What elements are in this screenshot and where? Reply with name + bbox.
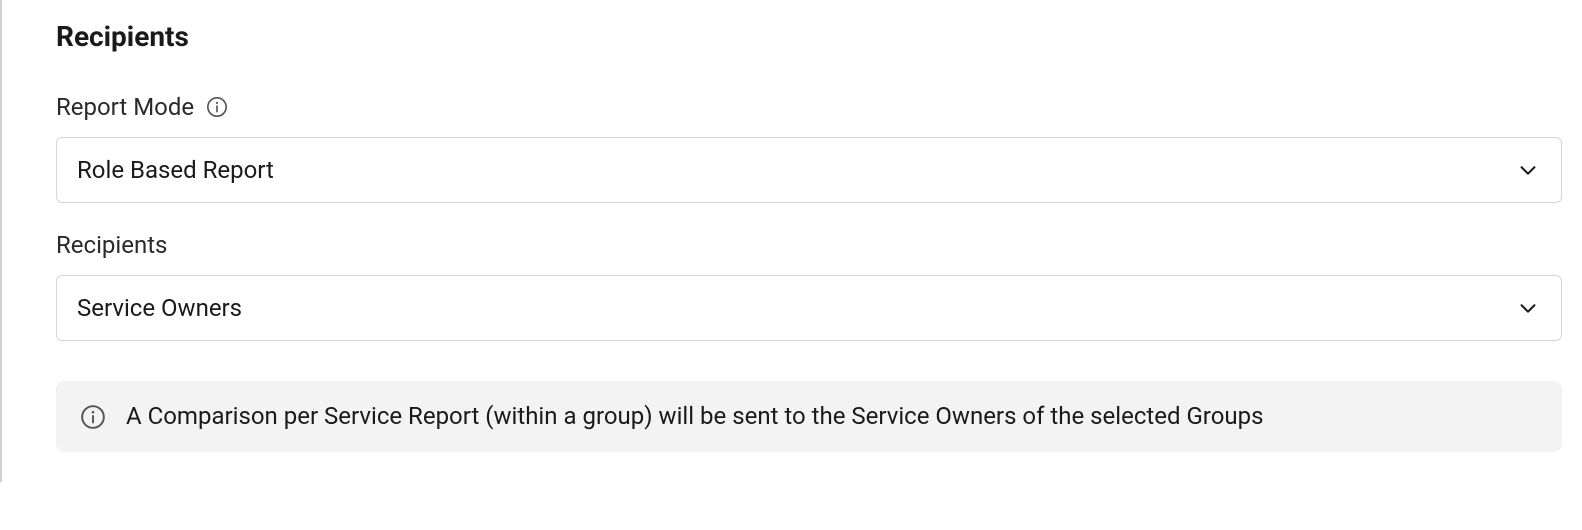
report-mode-select[interactable]: Role Based Report [56, 137, 1562, 203]
recipients-label: Recipients [56, 231, 167, 259]
info-icon [80, 404, 106, 430]
info-banner: A Comparison per Service Report (within … [56, 381, 1562, 452]
info-icon[interactable] [206, 96, 228, 118]
section-title: Recipients [56, 20, 1562, 53]
report-mode-label: Report Mode [56, 93, 194, 121]
report-mode-label-row: Report Mode [56, 93, 1562, 121]
recipients-value: Service Owners [77, 294, 242, 322]
recipients-section: Recipients Report Mode Role Based Report [0, 0, 1582, 482]
recipients-select[interactable]: Service Owners [56, 275, 1562, 341]
chevron-down-icon [1517, 297, 1539, 319]
recipients-field-group: Recipients Service Owners [56, 231, 1562, 341]
report-mode-field-group: Report Mode Role Based Report [56, 93, 1562, 203]
report-mode-value: Role Based Report [77, 156, 274, 184]
recipients-label-row: Recipients [56, 231, 1562, 259]
chevron-down-icon [1517, 159, 1539, 181]
info-banner-text: A Comparison per Service Report (within … [126, 401, 1263, 432]
